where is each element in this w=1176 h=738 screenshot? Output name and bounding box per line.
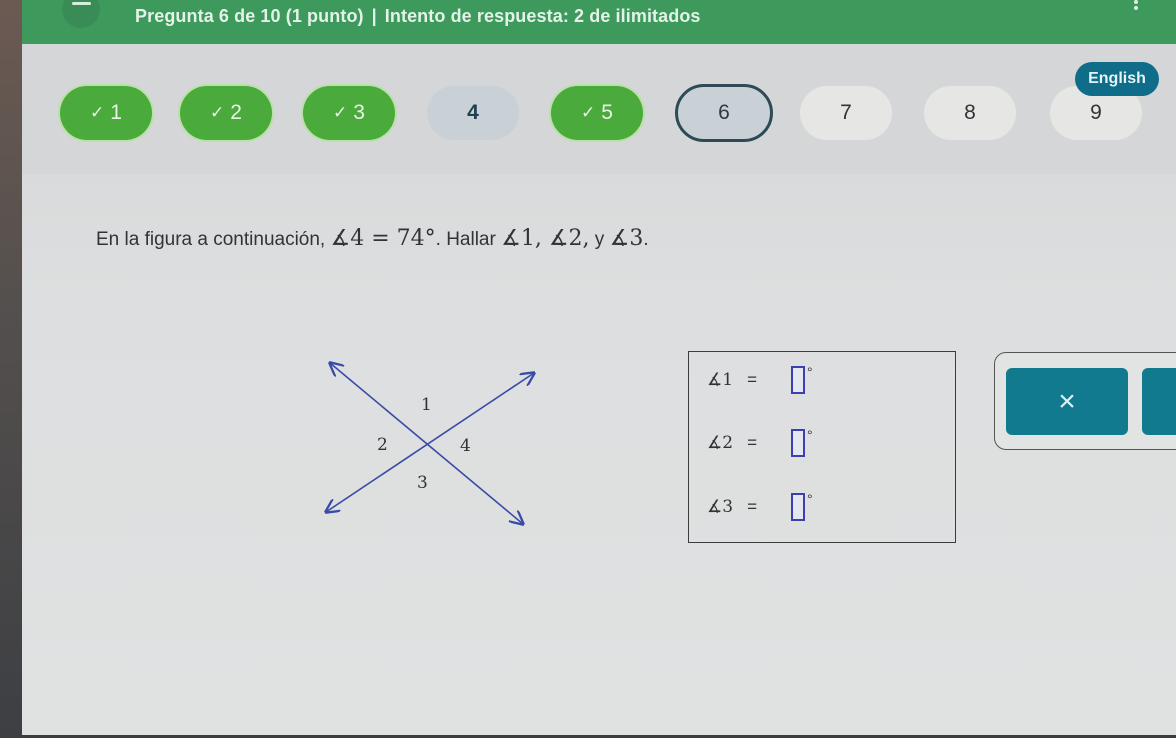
question-number: 6: [718, 101, 730, 124]
question-number: 8: [964, 101, 976, 124]
check-icon: ✓: [581, 103, 596, 122]
question-3-button[interactable]: ✓ 3: [303, 86, 395, 140]
line-a: [330, 363, 523, 524]
answer-panel: ∡1 = ° ∡2 = ° ∡3 = °: [688, 351, 956, 543]
question-number: 4: [467, 101, 479, 124]
given-angle: ∡4 = 74°: [330, 226, 436, 251]
screen-bezel: [0, 0, 22, 738]
question-7-button[interactable]: 7: [800, 86, 892, 140]
question-conj: y: [589, 229, 610, 250]
header-separator: |: [371, 6, 377, 26]
question-number: 3: [353, 101, 365, 124]
undo-button[interactable]: [1142, 368, 1176, 435]
question-number: 5: [601, 101, 613, 124]
clear-button[interactable]: ×: [1006, 368, 1128, 435]
answer-label: ∡1 =: [707, 370, 757, 390]
answer-row-angle-2: ∡2 = °: [707, 427, 813, 457]
question-middle: . Hallar: [435, 229, 502, 250]
menu-button[interactable]: [62, 0, 100, 28]
last-target-angle: ∡3: [609, 226, 644, 251]
menu-icon: [72, 2, 91, 5]
question-number: 9: [1090, 101, 1102, 124]
check-icon: ✓: [90, 103, 105, 122]
answer-label: ∡3 =: [707, 497, 757, 517]
header-title: Pregunta 6 de 10 (1 punto) | Intento de re…: [135, 6, 701, 27]
question-text: En la figura a continuación, ∡4 = 74°. H…: [96, 226, 649, 251]
degree-unit: °: [807, 491, 813, 507]
angle-1-input[interactable]: [791, 366, 805, 394]
close-icon: ×: [1058, 384, 1076, 418]
angle-label-2: 2: [377, 435, 388, 455]
line-b: [326, 373, 534, 512]
angle-3-input[interactable]: [791, 493, 805, 521]
degree-unit: °: [807, 427, 813, 443]
angle-label-1: 1: [421, 395, 432, 415]
question-intro: En la figura a continuación,: [96, 229, 331, 250]
question-number: 2: [230, 101, 242, 124]
attempt-info: Intento de respuesta: 2 de ilimitados: [384, 6, 701, 26]
question-end: .: [643, 229, 649, 250]
question-1-button[interactable]: ✓ 1: [60, 86, 152, 140]
angle-label-3: 3: [417, 473, 428, 493]
target-angles: ∡1, ∡2,: [501, 226, 590, 251]
question-2-button[interactable]: ✓ 2: [180, 86, 272, 140]
question-4-button[interactable]: 4: [427, 86, 519, 140]
question-6-button[interactable]: 6: [675, 84, 773, 142]
question-5-button[interactable]: ✓ 5: [551, 86, 643, 140]
more-options-icon[interactable]: [1134, 0, 1138, 16]
intersecting-lines-figure: 1 2 3 4: [318, 358, 548, 533]
check-icon: ✓: [210, 103, 225, 122]
language-button[interactable]: English: [1075, 62, 1159, 96]
angle-label-4: 4: [460, 436, 471, 456]
answer-label: ∡2 =: [707, 433, 757, 453]
header-bar: Pregunta 6 de 10 (1 punto) | Intento de re…: [22, 0, 1176, 44]
question-8-button[interactable]: 8: [924, 86, 1016, 140]
question-info: Pregunta 6 de 10 (1 punto): [135, 6, 364, 26]
answer-row-angle-3: ∡3 = °: [707, 491, 813, 521]
degree-unit: °: [807, 364, 813, 380]
question-number: 7: [840, 101, 852, 124]
angle-2-input[interactable]: [791, 429, 805, 457]
check-icon: ✓: [333, 103, 348, 122]
answer-row-angle-1: ∡1 = °: [707, 364, 813, 394]
question-number: 1: [110, 101, 122, 124]
